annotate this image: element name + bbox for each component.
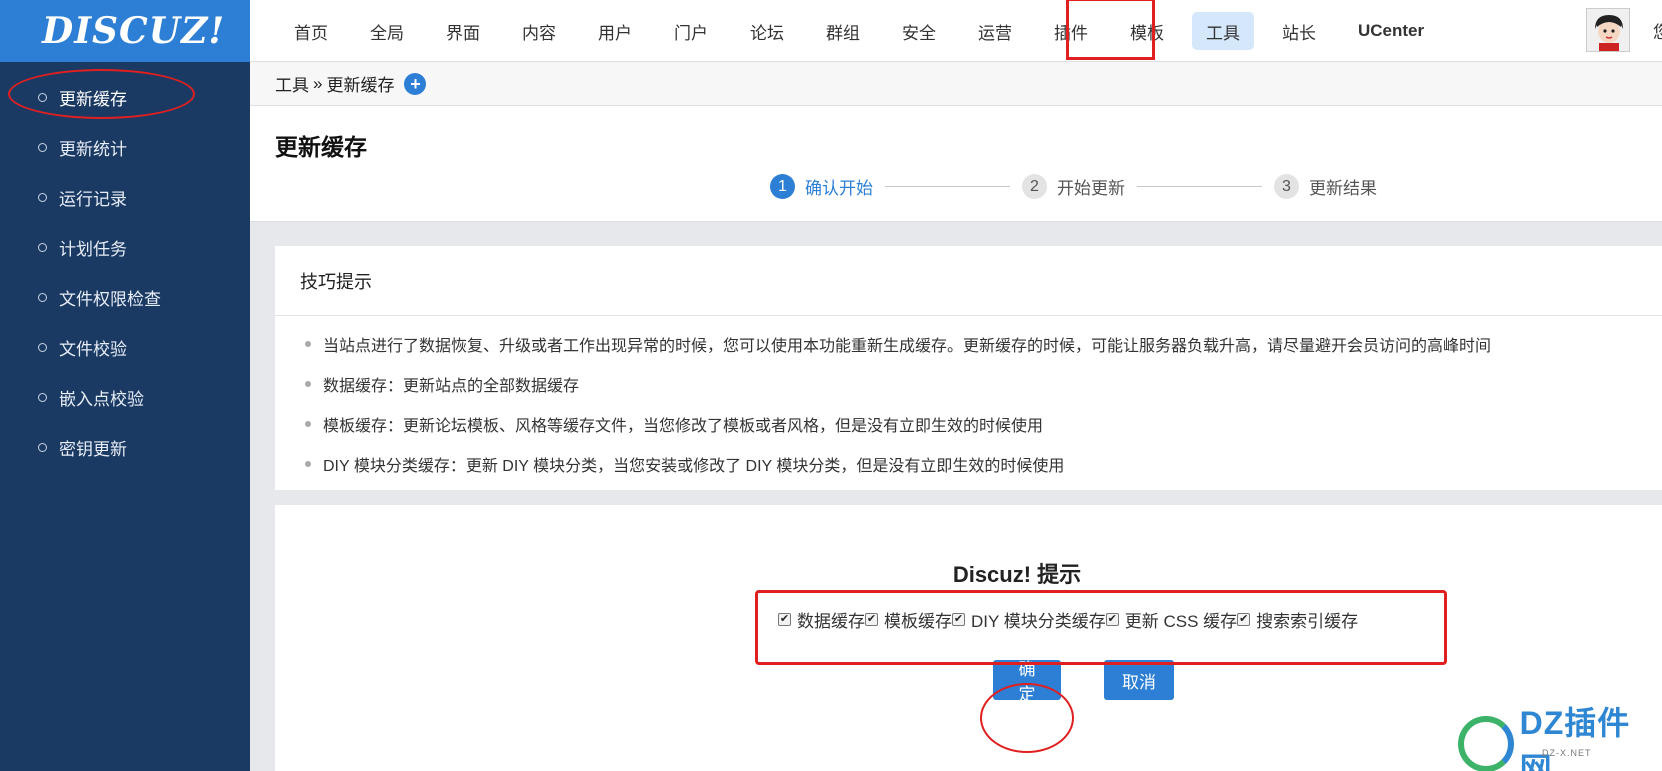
nav-item-tools[interactable]: 工具 (1192, 12, 1254, 50)
step-indicator: 1 确认开始 2 开始更新 3 更新结果 (770, 174, 1377, 199)
title-area: 更新缓存 1 确认开始 2 开始更新 3 更新结果 (250, 106, 1662, 222)
nav-item-operations[interactable]: 运营 (964, 12, 1026, 50)
nav-item-ucenter[interactable]: UCenter (1344, 12, 1438, 50)
step-label: 确认开始 (805, 179, 873, 198)
sidebar-item-label: 计划任务 (59, 239, 127, 259)
nav-item-forum[interactable]: 论坛 (736, 12, 798, 50)
nav-item-home[interactable]: 首页 (280, 12, 342, 50)
step-2: 2 开始更新 (1022, 174, 1125, 199)
bullet-icon (38, 292, 47, 302)
sidebar-item-label: 文件校验 (59, 339, 127, 359)
logo-text: DISCUZ! (42, 10, 226, 52)
tip-item: 数据缓存：更新站点的全部数据缓存 (305, 364, 1662, 404)
sidebar-item-label: 运行记录 (59, 189, 127, 209)
sidebar-item-label: 更新缓存 (59, 89, 127, 109)
sidebar-item-update-cache[interactable]: 更新缓存 (0, 72, 250, 122)
step-connector (885, 186, 1010, 187)
bullet-icon (38, 392, 47, 402)
tip-item: 模板缓存：更新论坛模板、风格等缓存文件，当您修改了模板或者风格，但是没有立即生效… (305, 404, 1662, 444)
sidebar-item-label: 密钥更新 (59, 439, 127, 459)
nav-item-webmaster[interactable]: 站长 (1268, 12, 1330, 50)
sidebar-item-label: 嵌入点校验 (59, 389, 144, 409)
watermark: DZ插件网 DZ-X.NET (1458, 698, 1662, 771)
step-label: 开始更新 (1057, 179, 1125, 198)
bullet-icon (38, 142, 47, 152)
bullet-icon (38, 242, 47, 252)
logo[interactable]: DISCUZ! (0, 0, 250, 62)
breadcrumb-current: 更新缓存 (326, 76, 395, 95)
prompt-title: Discuz! 提示 (952, 562, 1082, 587)
step-number: 3 (1274, 174, 1299, 199)
nav-item-security[interactable]: 安全 (888, 12, 950, 50)
sidebar: DISCUZ! 更新缓存 更新统计 运行记录 计划任务 文件权限检查 文件校验 … (0, 0, 250, 771)
bullet-icon (38, 192, 47, 202)
step-connector (1137, 186, 1262, 187)
sidebar-item-file-verify[interactable]: 文件校验 (0, 322, 250, 372)
step-3: 3 更新结果 (1274, 174, 1377, 199)
nav-item-users[interactable]: 用户 (584, 12, 646, 50)
step-label: 更新结果 (1309, 179, 1377, 198)
nav-item-content[interactable]: 内容 (508, 12, 570, 50)
add-shortcut-icon[interactable]: + (404, 72, 427, 95)
breadcrumb: 工具 » 更新缓存 + (250, 62, 1662, 106)
tips-title: 技巧提示 (275, 246, 1662, 316)
confirm-button[interactable]: 确定 (993, 660, 1061, 704)
bullet-icon (38, 442, 47, 452)
tip-item: 当站点进行了数据恢复、升级或者工作出现异常的时候，您可以使用本功能重新生成缓存。… (305, 324, 1662, 364)
sidebar-item-label: 更新统计 (59, 139, 127, 159)
annotation-box-checkboxes (755, 590, 1447, 665)
tips-list: 当站点进行了数据恢复、升级或者工作出现异常的时候，您可以使用本功能重新生成缓存。… (275, 316, 1662, 484)
sidebar-item-hook-verify[interactable]: 嵌入点校验 (0, 372, 250, 422)
sidebar-item-run-log[interactable]: 运行记录 (0, 172, 250, 222)
step-number: 2 (1022, 174, 1047, 199)
watermark-text: DZ插件网 (1519, 705, 1631, 771)
nav-item-interface[interactable]: 界面 (432, 12, 494, 50)
page-title: 更新缓存 (275, 134, 367, 160)
sidebar-menu: 更新缓存 更新统计 运行记录 计划任务 文件权限检查 文件校验 嵌入点校验 密钥… (0, 62, 250, 472)
avatar-image (1587, 9, 1629, 51)
sidebar-item-file-permission-check[interactable]: 文件权限检查 (0, 272, 250, 322)
nav-item-global[interactable]: 全局 (356, 12, 418, 50)
top-nav-menu: 首页 全局 界面 内容 用户 门户 论坛 群组 安全 运营 插件 模板 工具 站… (250, 0, 1662, 62)
watermark-logo-icon (1458, 716, 1514, 771)
step-number: 1 (770, 174, 795, 199)
breadcrumb-separator: » (313, 73, 323, 93)
nav-item-groups[interactable]: 群组 (812, 12, 874, 50)
bullet-icon (38, 342, 47, 352)
sidebar-item-key-update[interactable]: 密钥更新 (0, 422, 250, 472)
step-1: 1 确认开始 (770, 174, 873, 199)
user-greeting-fragment: 您 (1653, 23, 1662, 42)
nav-item-portal[interactable]: 门户 (660, 12, 722, 50)
annotation-box-tools (1066, 0, 1155, 60)
watermark-subtext: DZ-X.NET (1542, 748, 1592, 758)
sidebar-item-scheduled-tasks[interactable]: 计划任务 (0, 222, 250, 272)
bullet-icon (38, 92, 47, 102)
tip-item: DIY 模块分类缓存：更新 DIY 模块分类，当您安装或修改了 DIY 模块分类… (305, 444, 1662, 484)
breadcrumb-parent[interactable]: 工具 (275, 71, 309, 96)
top-navbar: 首页 全局 界面 内容 用户 门户 论坛 群组 安全 运营 插件 模板 工具 站… (250, 0, 1662, 62)
cancel-button[interactable]: 取消 (1104, 660, 1174, 700)
avatar[interactable] (1586, 8, 1630, 52)
sidebar-item-update-stats[interactable]: 更新统计 (0, 122, 250, 172)
tips-panel: 技巧提示 当站点进行了数据恢复、升级或者工作出现异常的时候，您可以使用本功能重新… (275, 246, 1662, 490)
sidebar-item-label: 文件权限检查 (59, 289, 161, 309)
